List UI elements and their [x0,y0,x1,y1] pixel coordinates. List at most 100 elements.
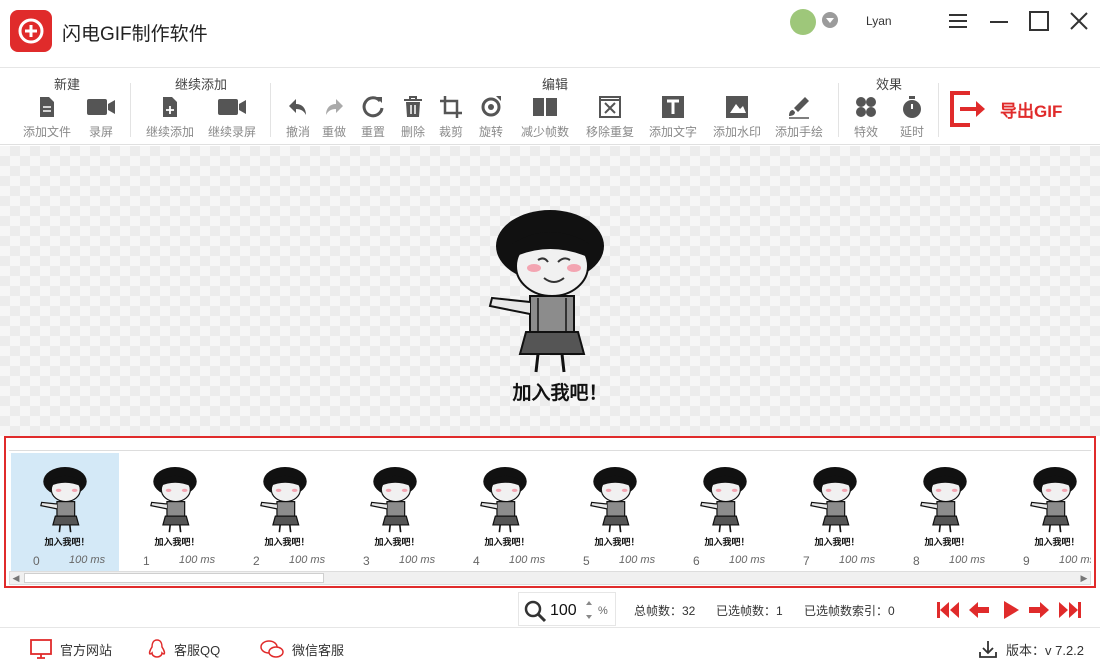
frame-caption: 加入我吧！ [704,537,750,547]
scroll-right-icon[interactable]: ▶ [1078,572,1090,584]
frame-image [479,467,531,538]
user-avatar[interactable] [790,9,816,35]
frame-image [369,467,421,538]
website-label: 官方网站 [60,642,113,658]
record-button[interactable]: 录屏 [70,95,132,140]
watermark-icon [726,96,748,118]
frame-caption: 加入我吧！ [264,537,310,547]
frame-thumbnail[interactable]: 加入我吧！ 9 100 ms [1001,453,1091,571]
frame-image [699,467,751,538]
qq-icon [148,639,166,658]
group-label-edit: 编辑 [541,77,568,92]
frame-caption: 加入我吧！ [484,537,530,547]
frame-index: 8 [913,554,920,568]
frame-duration[interactable]: 100 ms [729,554,765,566]
group-label-effects: 效果 [875,77,902,92]
next-frame-icon[interactable] [1028,600,1050,620]
frame-thumbnail[interactable]: 加入我吧！ 1 100 ms [121,453,229,571]
frame-image [589,467,641,538]
frame-duration[interactable]: 100 ms [509,554,545,566]
frame-thumbnail[interactable]: 加入我吧！ 3 100 ms [341,453,449,571]
reduce-frames-label: 减少帧数 [520,125,569,139]
zoom-stepper-icon[interactable] [585,599,593,621]
remove-duplicates-icon [599,96,621,118]
last-frame-icon[interactable] [1058,600,1082,620]
website-link[interactable]: 官方网站 [30,639,112,659]
continue-add-button[interactable]: 继续添加 [139,95,201,140]
play-icon[interactable] [1002,600,1020,620]
export-gif-button[interactable]: 导出GIF [948,85,1088,133]
frame-duration[interactable]: 100 ms [949,554,985,566]
delay-button[interactable]: 延时 [881,95,943,140]
rotate-label: 旋转 [478,125,503,139]
continue-record-button[interactable]: 继续录屏 [201,95,263,140]
frame-thumbnail[interactable]: 加入我吧！ 5 100 ms [561,453,669,571]
delay-label: 延时 [899,125,924,139]
chevron-down-icon[interactable] [822,12,838,28]
qq-support-label: 客服QQ [174,642,221,658]
add-text-button[interactable]: 添加文字 [642,95,704,140]
zoom-value[interactable]: 100 [550,602,577,620]
frame-thumbnail[interactable]: 加入我吧！ 0 100 ms [11,453,119,571]
text-icon [662,96,684,118]
wechat-support-link[interactable]: 微信客服 [260,639,344,659]
app-title: 闪电GIF制作软件 [62,24,208,45]
menu-icon[interactable] [947,10,969,32]
close-icon[interactable] [1068,10,1090,32]
frame-index: 9 [1023,554,1030,568]
frame-index: 4 [473,554,480,568]
add-drawing-button[interactable]: 添加手绘 [768,95,830,140]
scroll-thumb[interactable] [24,573,324,583]
frame-index: 3 [363,554,370,568]
add-file-button[interactable]: 添加文件 [16,95,78,140]
frame-duration[interactable]: 100 ms [839,554,875,566]
frame-thumbnail[interactable]: 加入我吧！ 7 100 ms [781,453,889,571]
add-watermark-label: 添加水印 [712,125,761,139]
magnifier-icon [524,600,547,623]
frame-thumbnail[interactable]: 加入我吧！ 2 100 ms [231,453,339,571]
rotate-icon [481,96,501,117]
frame-duration[interactable]: 100 ms [399,554,435,566]
frame-thumbnail[interactable]: 加入我吧！ 4 100 ms [451,453,559,571]
frame-duration[interactable]: 100 ms [69,554,105,566]
first-frame-icon[interactable] [936,600,960,620]
brush-icon [789,97,809,119]
frame-index: 0 [33,554,40,568]
previous-frame-icon[interactable] [968,600,990,620]
frame-duration[interactable]: 100 ms [1059,554,1091,566]
frame-image [809,467,861,538]
maximize-icon[interactable] [1028,10,1050,32]
frame-image [1029,467,1081,538]
remove-duplicates-button[interactable]: 移除重复 [579,95,641,140]
frame-caption: 加入我吧！ [154,537,200,547]
frame-thumbnail[interactable]: 加入我吧！ 8 100 ms [891,453,999,571]
frame-image [259,467,311,538]
frame-strip-scrollbar[interactable]: ◀ ▶ [9,571,1091,585]
frame-duration[interactable]: 100 ms [619,554,655,566]
record-label: 录屏 [88,125,113,139]
scroll-left-icon[interactable]: ◀ [10,572,22,584]
sticker-image [488,210,604,373]
app-logo-icon [10,10,52,52]
add-text-label: 添加文字 [648,125,697,139]
zoom-control[interactable]: 100 % [518,592,616,626]
rotate-button[interactable]: 旋转 [460,95,522,140]
group-label-continue: 继续添加 [174,77,227,92]
reduce-frames-button[interactable]: 减少帧数 [514,95,576,140]
frame-duration[interactable]: 100 ms [289,554,325,566]
frame-thumbnail[interactable]: 加入我吧！ 6 100 ms [671,453,779,571]
version-info[interactable]: 版本：v 7.2.2 [978,639,1084,659]
monitor-icon [30,639,52,659]
qq-support-link[interactable]: 客服QQ [148,639,220,659]
export-icon [950,91,985,127]
frame-index: 2 [253,554,260,568]
add-watermark-button[interactable]: 添加水印 [706,95,768,140]
frame-caption: 加入我吧！ [924,537,970,547]
frame-list: 加入我吧！ 0 100 ms 加入我吧！ 1 100 ms 加入我吧！ 2 100 ms 加入我吧… [9,450,1091,572]
frame-caption: 加入我吧！ [814,537,860,547]
user-name[interactable]: Lyan [866,14,892,28]
title-bar: 闪电GIF制作软件 Lyan [0,0,1100,68]
minimize-icon[interactable] [988,10,1010,32]
frame-duration[interactable]: 100 ms [179,554,215,566]
export-gif-label: 导出GIF [1000,101,1063,121]
